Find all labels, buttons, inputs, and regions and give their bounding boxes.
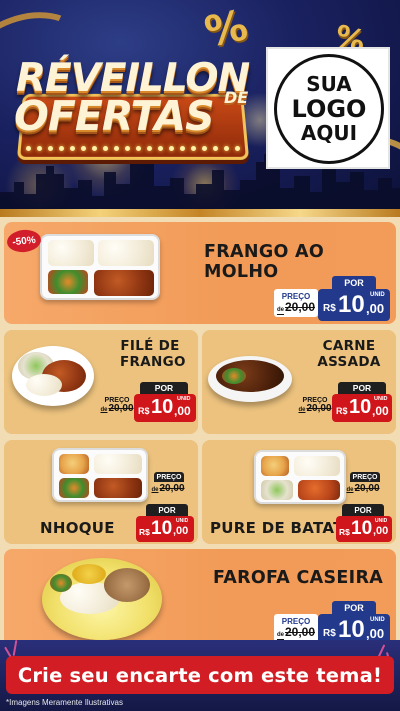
logo-text-line2: LOGO	[291, 94, 367, 123]
por-label: POR	[332, 276, 376, 289]
product-name: CARNE ASSADA	[316, 338, 382, 370]
new-price-box: R$ 10 ,00 UNID	[136, 516, 194, 542]
new-price-box: R$ 10 ,00 UNID	[332, 394, 392, 422]
new-price-cents: ,00	[372, 404, 389, 418]
logo-circle: SUA LOGO AQUI	[274, 54, 384, 164]
old-price: de20,00	[100, 403, 134, 415]
logo-placeholder[interactable]: SUA LOGO AQUI	[266, 47, 390, 169]
new-price-int: 10	[349, 396, 372, 418]
unid-label: UNID	[370, 617, 385, 623]
old-price: de20,00	[298, 403, 332, 415]
old-price: de20,00	[276, 624, 316, 639]
currency-symbol: R$	[138, 406, 150, 416]
new-price-cents: ,00	[373, 525, 389, 537]
create-flyer-button[interactable]: Crie seu encarte com este tema!	[6, 656, 394, 694]
food-bowl-image	[208, 356, 292, 402]
food-plate-image	[12, 346, 94, 406]
new-price-box: R$ 10 ,00 UNID	[336, 516, 392, 542]
old-price: de20,00	[276, 299, 316, 314]
disclaimer-text: *Imagens Meramente Ilustrativas	[6, 698, 123, 707]
unid-label: UNID	[374, 396, 388, 402]
por-label: POR	[338, 382, 386, 394]
old-price-box: PREÇO de20,00	[100, 394, 134, 418]
old-price-box: de20,00	[148, 482, 188, 496]
por-label: POR	[146, 504, 188, 516]
new-price-box: R$ 10 ,00 UNID	[318, 289, 390, 321]
new-price-int: 10	[351, 518, 373, 539]
logo-text-line1: SUA	[306, 72, 352, 97]
old-price-box: PREÇO de20,00	[274, 614, 318, 642]
product-name: PURE DE BATATA	[210, 519, 355, 537]
product-name-line2: ASSADA	[317, 353, 381, 370]
old-price-prefix: de	[276, 306, 284, 313]
currency-symbol: R$	[139, 527, 150, 537]
title-badge: RÉVEILLON DE OFERTAS	[12, 56, 250, 162]
por-label: POR	[140, 382, 188, 394]
product-name-line2: FRANGO	[120, 353, 186, 370]
old-price-prefix: de	[100, 407, 108, 414]
product-name: FAROFA CASEIRA	[213, 568, 384, 588]
currency-symbol: R$	[339, 527, 350, 537]
new-price-int: 10	[338, 291, 365, 318]
header-banner: % % RÉVEILLON DE OFERTAS SUA LOGO AQUI	[0, 0, 400, 214]
food-tray-image	[254, 450, 346, 504]
unid-label: UNID	[176, 518, 189, 524]
new-price-int: 10	[151, 518, 173, 539]
por-label: POR	[342, 504, 384, 516]
new-price-cents: ,00	[173, 525, 189, 537]
old-price-box: de20,00	[342, 482, 384, 496]
old-price-box: PREÇO de20,00	[274, 289, 318, 317]
new-price-cents: ,00	[366, 301, 385, 316]
old-price-prefix: de	[151, 486, 159, 493]
title-ofertas: OFERTAS	[14, 92, 215, 140]
new-price-cents: ,00	[366, 626, 385, 641]
food-tray-image	[40, 234, 160, 300]
new-price-int: 10	[151, 396, 174, 418]
old-price-prefix: de	[346, 486, 354, 493]
old-price-box: PREÇO de20,00	[298, 394, 332, 418]
food-bowl-image	[42, 558, 162, 640]
new-price-box: R$ 10 ,00 UNID	[134, 394, 196, 422]
preco-tag-label: PREÇO	[154, 472, 184, 482]
new-price-cents: ,00	[174, 404, 191, 418]
preco-tag-label: PREÇO	[350, 472, 380, 482]
old-price-prefix: de	[298, 407, 306, 414]
unid-label: UNID	[375, 518, 388, 524]
currency-symbol: R$	[323, 303, 336, 314]
unid-label: UNID	[370, 292, 385, 298]
currency-symbol: R$	[336, 406, 348, 416]
product-name: FILÉ DE FRANGO	[120, 338, 186, 370]
marquee-lights	[26, 146, 240, 154]
por-label: POR	[332, 601, 376, 614]
product-name: NHOQUE	[40, 519, 115, 537]
old-price: de20,00	[151, 482, 185, 494]
percent-decoration: %	[200, 0, 252, 57]
old-price-prefix: de	[276, 631, 284, 638]
title-de: DE	[224, 88, 249, 107]
currency-symbol: R$	[323, 628, 336, 639]
logo-text-line3: AQUI	[300, 121, 358, 146]
gold-divider	[0, 209, 400, 217]
food-tray-image	[52, 448, 148, 502]
product-name-line1: FILÉ DE	[120, 338, 180, 354]
product-name-line1: CARNE	[322, 338, 376, 354]
old-price: de20,00	[346, 482, 380, 494]
unid-label: UNID	[177, 396, 191, 402]
